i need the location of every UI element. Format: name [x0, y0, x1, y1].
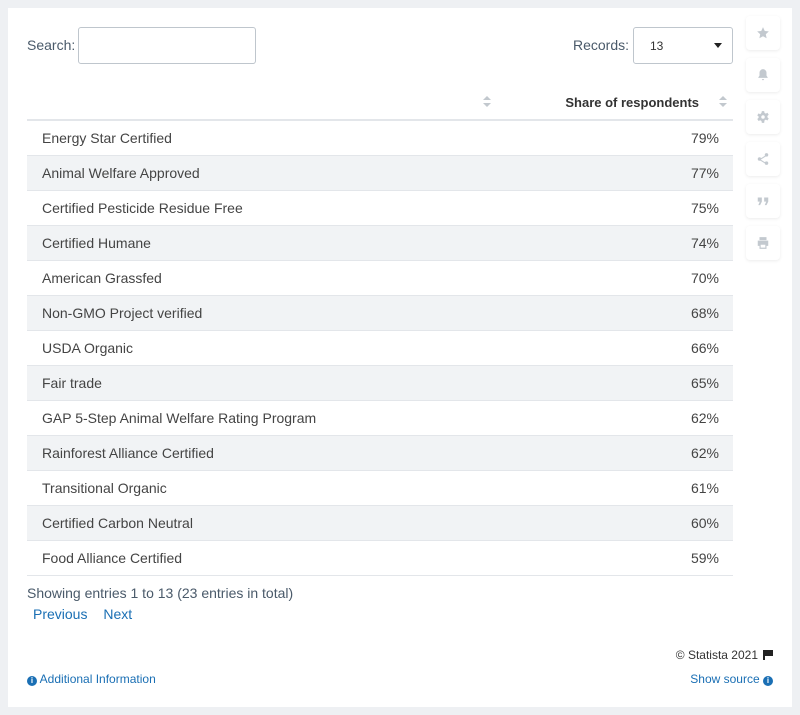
star-icon	[757, 27, 769, 39]
quote-icon	[757, 197, 769, 206]
statistic-card: Search: Records: 13 Share of respondents…	[8, 8, 792, 707]
row-value: 61%	[497, 470, 733, 506]
row-label: Transitional Organic	[27, 470, 497, 506]
table-toolbar: Search: Records: 13	[27, 27, 733, 67]
row-value: 74%	[497, 225, 733, 261]
table-row: Animal Welfare Approved 77%	[27, 155, 733, 191]
row-value: 66%	[497, 330, 733, 366]
share-icon	[757, 153, 769, 165]
column-header-share[interactable]: Share of respondents	[497, 85, 733, 121]
search-label: Search:	[27, 37, 76, 53]
row-label: GAP 5-Step Animal Welfare Rating Program	[27, 400, 497, 436]
row-label: Fair trade	[27, 365, 497, 401]
previous-button[interactable]: Previous	[33, 606, 87, 622]
flag-icon[interactable]	[763, 650, 773, 660]
additional-information-text: Additional Information	[39, 672, 156, 686]
gear-icon	[757, 111, 769, 123]
favorite-button[interactable]	[746, 16, 780, 50]
column-header-label[interactable]	[27, 85, 497, 121]
table-row: Fair trade 65%	[27, 365, 733, 401]
row-label: USDA Organic	[27, 330, 497, 366]
records-select[interactable]: 13	[633, 27, 733, 64]
data-table: Share of respondents Energy Star Certifi…	[27, 85, 733, 576]
show-source-text: Show source	[690, 672, 760, 686]
additional-information-link[interactable]: i Additional Information	[27, 672, 156, 686]
notification-button[interactable]	[746, 58, 780, 92]
print-button[interactable]	[746, 226, 780, 260]
settings-button[interactable]	[746, 100, 780, 134]
row-label: Rainforest Alliance Certified	[27, 435, 497, 471]
row-value: 75%	[497, 190, 733, 226]
print-icon	[757, 237, 769, 249]
cite-button[interactable]	[746, 184, 780, 218]
pagination: Previous Next	[33, 606, 144, 622]
row-value: 70%	[497, 260, 733, 296]
row-label: Certified Humane	[27, 225, 497, 261]
info-icon: i	[27, 676, 37, 686]
column-header-share-text: Share of respondents	[565, 94, 699, 110]
info-icon: i	[763, 676, 773, 686]
copyright: © Statista 2021	[676, 648, 773, 662]
row-value: 60%	[497, 505, 733, 541]
show-source-link[interactable]: Show source i	[690, 672, 773, 686]
row-label: Certified Carbon Neutral	[27, 505, 497, 541]
records-selected-value: 13	[650, 39, 664, 53]
row-value: 68%	[497, 295, 733, 331]
table-row: Transitional Organic 61%	[27, 470, 733, 506]
table-row: Rainforest Alliance Certified 62%	[27, 435, 733, 471]
row-label: Animal Welfare Approved	[27, 155, 497, 191]
share-button[interactable]	[746, 142, 780, 176]
row-value: 79%	[497, 120, 733, 156]
next-button[interactable]: Next	[103, 606, 132, 622]
row-value: 62%	[497, 435, 733, 471]
table-row: USDA Organic 66%	[27, 330, 733, 366]
search-input[interactable]	[78, 27, 256, 64]
row-label: Energy Star Certified	[27, 120, 497, 156]
row-value: 62%	[497, 400, 733, 436]
table-row: Non-GMO Project verified 68%	[27, 295, 733, 331]
table-header-row: Share of respondents	[27, 85, 733, 121]
table-row: Certified Carbon Neutral 60%	[27, 505, 733, 541]
row-value: 65%	[497, 365, 733, 401]
row-label: Food Alliance Certified	[27, 540, 497, 576]
sort-icon[interactable]	[483, 96, 491, 110]
table-row: American Grassfed 70%	[27, 260, 733, 296]
table-row: GAP 5-Step Animal Welfare Rating Program…	[27, 400, 733, 436]
table-row: Food Alliance Certified 59%	[27, 540, 733, 576]
row-value: 77%	[497, 155, 733, 191]
records-label: Records:	[573, 37, 630, 53]
table-row: Certified Pesticide Residue Free 75%	[27, 190, 733, 226]
table-row: Certified Humane 74%	[27, 225, 733, 261]
chevron-down-icon	[714, 43, 722, 48]
row-value: 59%	[497, 540, 733, 576]
sort-icon[interactable]	[719, 96, 727, 110]
table-row: Energy Star Certified 79%	[27, 120, 733, 156]
bell-icon	[758, 69, 768, 81]
entries-info: Showing entries 1 to 13 (23 entries in t…	[27, 585, 294, 601]
row-label: Certified Pesticide Residue Free	[27, 190, 497, 226]
row-label: American Grassfed	[27, 260, 497, 296]
copyright-text: © Statista 2021	[675, 648, 758, 662]
side-toolbar	[746, 16, 780, 268]
row-label: Non-GMO Project verified	[27, 295, 497, 331]
